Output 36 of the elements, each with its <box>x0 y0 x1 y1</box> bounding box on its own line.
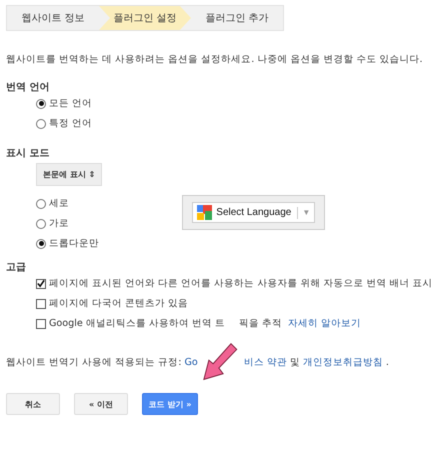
section-heading: 표시 모드 <box>6 147 50 160</box>
secondary-button[interactable]: 취소 <box>6 393 60 415</box>
terms-link[interactable]: 비스 약관 <box>244 356 287 369</box>
option-label: 가로 <box>49 217 69 230</box>
radio-button[interactable] <box>36 238 46 248</box>
policy-text: 및 <box>290 356 300 369</box>
option-label: Google 애널리틱스를 사용하여 번역 트 <box>49 317 226 330</box>
secondary-button[interactable]: « 이전 <box>74 393 128 415</box>
policy-text: 웹사이트 번역기 사용에 적용되는 규정: <box>6 356 182 369</box>
option-label: 페이지에 표시된 언어와 다른 언어를 사용하는 사용자를 위해 자동으로 번역 배너 표시 <box>49 277 433 290</box>
mode-dropdown[interactable]: 본문에 표시 ⇕ <box>36 163 102 186</box>
terms-link[interactable]: Go <box>184 357 198 368</box>
wizard-step[interactable]: 웹사이트 정보 <box>7 6 99 30</box>
radio-button[interactable] <box>36 98 46 108</box>
checkbox[interactable] <box>36 278 46 288</box>
intro-text: 웹사이트를 번역하는 데 사용하려는 옵션을 설정하세요. 나중에 옵션을 변경할 수도 있습니다. <box>6 53 424 66</box>
radio-button[interactable] <box>36 118 46 128</box>
radio-button[interactable] <box>36 218 46 228</box>
option-label: 모든 언어 <box>49 97 92 110</box>
option-label: 세로 <box>49 197 69 210</box>
option-label: 픽을 추적 <box>239 317 282 330</box>
wizard-step[interactable]: 플러그인 설정 <box>99 6 191 30</box>
google-logo-icon <box>197 205 212 220</box>
option-label: 페이지에 다국어 콘텐츠가 있음 <box>49 297 188 310</box>
language-selector[interactable]: Select Language ▼ <box>192 202 316 223</box>
checkbox[interactable] <box>36 298 46 308</box>
radio-button[interactable] <box>36 198 46 208</box>
checkbox[interactable] <box>36 318 46 328</box>
option-label: 드롭다운만 <box>49 237 99 250</box>
learn-more-link[interactable]: 자세히 알아보기 <box>288 317 362 330</box>
section-heading: 번역 언어 <box>6 81 50 94</box>
privacy-link[interactable]: 개인정보취급방침 <box>302 356 383 369</box>
wizard-step[interactable]: 플러그인 추가 <box>191 6 283 30</box>
option-label: 특정 언어 <box>49 117 92 130</box>
policy-text: . <box>386 357 389 368</box>
section-heading: 고급 <box>6 261 27 274</box>
